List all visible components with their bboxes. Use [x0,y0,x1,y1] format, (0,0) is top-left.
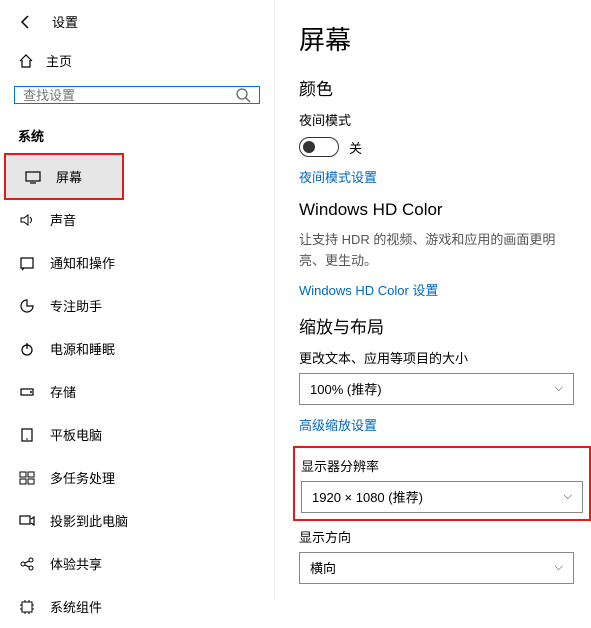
sidebar-item-label: 多任务处理 [50,468,115,487]
night-mode-settings-link[interactable]: 夜间模式设置 [299,167,567,186]
sidebar-item-label: 平板电脑 [50,425,102,444]
night-mode-toggle-row: 关 [299,137,567,157]
home-label: 主页 [46,51,72,70]
hdcolor-desc: 让支持 HDR 的视频、游戏和应用的画面更明亮、更生动。 [299,230,567,272]
hdcolor-link[interactable]: Windows HD Color 设置 [299,280,567,299]
notification-icon [18,255,36,271]
power-icon [18,341,36,357]
sidebar-item-label: 专注助手 [50,296,102,315]
resolution-value: 1920 × 1080 (推荐) [312,487,423,506]
sidebar-item-label: 屏幕 [56,167,82,186]
chevron-down-icon: ⌵ [555,561,563,574]
sidebar-item-focus[interactable]: 专注助手 [0,284,274,327]
sidebar-item-notifications[interactable]: 通知和操作 [0,241,274,284]
search-input[interactable] [23,88,235,103]
resolution-label: 显示器分辨率 [301,456,583,475]
search-icon [235,87,251,103]
textsize-value: 100% (推荐) [310,379,382,398]
sidebar-item-sound[interactable]: 声音 [0,198,274,241]
night-mode-label: 夜间模式 [299,110,567,129]
color-section: 颜色 [299,75,567,100]
sidebar-home[interactable]: 主页 [0,41,274,80]
orientation-value: 横向 [310,558,336,577]
chevron-down-icon: ⌵ [564,490,572,503]
advanced-scale-link[interactable]: 高级缩放设置 [299,415,567,434]
tablet-icon [18,427,36,443]
resolution-select[interactable]: 1920 × 1080 (推荐) ⌵ [301,481,583,513]
multitask-icon [18,470,36,486]
sidebar-item-components[interactable]: 系统组件 [0,585,274,628]
sidebar: 设置 主页 系统 屏幕 声音 通知和操作 专注助手 [0,0,275,600]
sidebar-item-label: 投影到此电脑 [50,511,128,530]
orientation-select[interactable]: 横向 ⌵ [299,552,574,584]
focus-icon [18,298,36,314]
night-mode-toggle[interactable] [299,137,339,157]
sidebar-item-label: 体验共享 [50,554,102,573]
sound-icon [18,212,36,228]
header-title: 设置 [52,12,78,31]
monitor-icon [24,169,42,185]
sidebar-item-multitask[interactable]: 多任务处理 [0,456,274,499]
sidebar-item-display[interactable]: 屏幕 [4,153,124,200]
project-icon [18,513,36,529]
sidebar-item-shared[interactable]: 体验共享 [0,542,274,585]
resolution-highlight: 显示器分辨率 1920 × 1080 (推荐) ⌵ [293,446,591,521]
toggle-state: 关 [349,138,362,157]
back-icon[interactable] [18,14,34,30]
textsize-select[interactable]: 100% (推荐) ⌵ [299,373,574,405]
chevron-down-icon: ⌵ [555,382,563,395]
share-icon [18,556,36,572]
hdcolor-title: Windows HD Color [299,200,567,220]
content: 屏幕 颜色 夜间模式 关 夜间模式设置 Windows HD Color 让支持… [275,0,591,600]
sidebar-section-label: 系统 [0,118,274,155]
sidebar-item-power[interactable]: 电源和睡眠 [0,327,274,370]
home-icon [18,53,34,69]
components-icon [18,599,36,615]
sidebar-item-label: 存储 [50,382,76,401]
sidebar-item-label: 电源和睡眠 [50,339,115,358]
sidebar-item-projecting[interactable]: 投影到此电脑 [0,499,274,542]
orientation-label: 显示方向 [299,527,567,546]
topbar: 设置 [0,12,274,41]
page-title: 屏幕 [299,20,567,57]
textsize-label: 更改文本、应用等项目的大小 [299,348,567,367]
sidebar-item-storage[interactable]: 存储 [0,370,274,413]
search-box[interactable] [14,86,260,104]
scale-section: 缩放与布局 [299,313,567,338]
storage-icon [18,384,36,400]
sidebar-item-label: 声音 [50,210,76,229]
sidebar-item-label: 通知和操作 [50,253,115,272]
sidebar-item-tablet[interactable]: 平板电脑 [0,413,274,456]
